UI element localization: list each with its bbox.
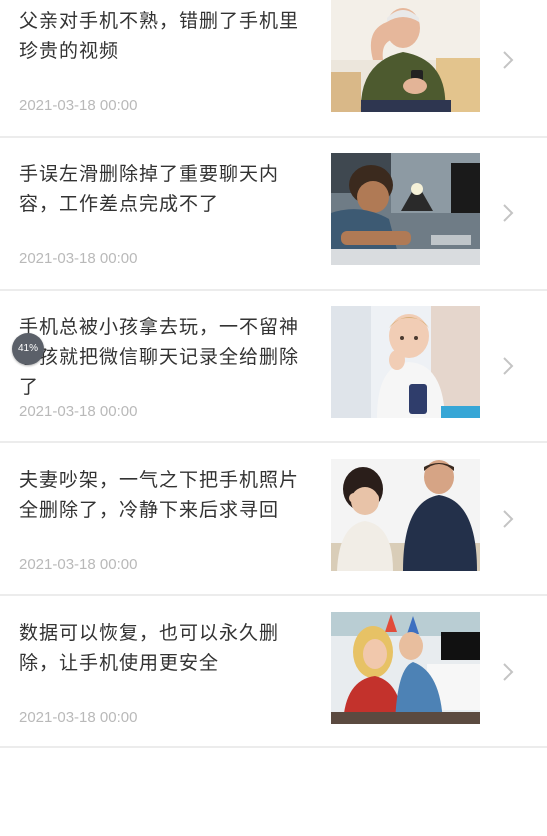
arguing-couple-photo [331, 459, 480, 571]
divider [0, 441, 547, 443]
elderly-man-with-phone-photo [331, 0, 480, 112]
stressed-man-at-desk-photo [331, 153, 480, 265]
article-list: 父亲对手机不熟，错删了手机里珍贵的视频 2021-03-18 00:00 手误左… [0, 0, 547, 836]
list-item[interactable]: 手机总被小孩拿去玩，一不留神小孩就把微信聊天记录全给删除了 2021-03-18… [0, 306, 547, 456]
article-date: 2021-03-18 00:00 [19, 556, 138, 573]
divider [0, 746, 547, 748]
divider [0, 594, 547, 596]
list-item[interactable]: 手误左滑删除掉了重要聊天内容，工作差点完成不了 2021-03-18 00:00 [0, 153, 547, 303]
list-item[interactable]: 数据可以恢复，也可以永久删除，让手机使用更安全 2021-03-18 00:00 [0, 612, 547, 762]
article-title: 手机总被小孩拿去玩，一不留神小孩就把微信聊天记录全给删除了 [19, 316, 300, 398]
article-date: 2021-03-18 00:00 [19, 97, 138, 114]
list-item[interactable]: 夫妻吵架，一气之下把手机照片全删除了，冷静下来后求寻回 2021-03-18 0… [0, 459, 547, 609]
progress-badge[interactable]: 41% [12, 333, 44, 365]
chevron-right-icon [503, 663, 514, 681]
chevron-right-icon [503, 204, 514, 222]
article-title: 夫妻吵架，一气之下把手机照片全删除了，冷静下来后求寻回 [19, 469, 300, 521]
divider [0, 136, 547, 138]
article-title: 手误左滑删除掉了重要聊天内容，工作差点完成不了 [19, 163, 280, 215]
chevron-right-icon [503, 357, 514, 375]
article-title: 数据可以恢复，也可以永久删除，让手机使用更安全 [19, 622, 280, 674]
article-date: 2021-03-18 00:00 [19, 250, 138, 267]
article-date: 2021-03-18 00:00 [19, 403, 138, 420]
list-item[interactable]: 父亲对手机不熟，错删了手机里珍贵的视频 2021-03-18 00:00 [0, 0, 547, 150]
child-with-phone-photo [331, 306, 480, 418]
article-date: 2021-03-18 00:00 [19, 709, 138, 726]
party-couple-photo [331, 612, 480, 724]
divider [0, 289, 547, 291]
article-title: 父亲对手机不熟，错删了手机里珍贵的视频 [19, 10, 300, 62]
chevron-right-icon [503, 51, 514, 69]
chevron-right-icon [503, 510, 514, 528]
